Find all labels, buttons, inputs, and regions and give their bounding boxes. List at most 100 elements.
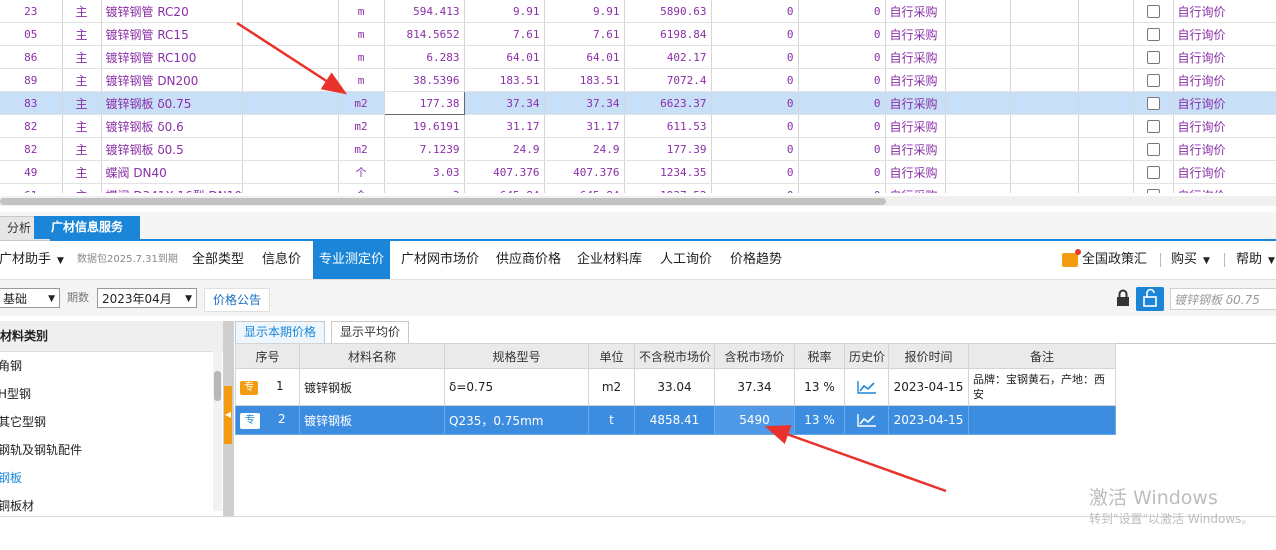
cell-qty[interactable]: 6.283 xyxy=(384,45,465,69)
cell-total[interactable]: 7072.4 xyxy=(624,68,712,92)
cell-p2[interactable]: 37.34 xyxy=(544,91,625,115)
cell-z1[interactable]: 0 xyxy=(711,114,799,138)
cell[interactable] xyxy=(1078,68,1134,92)
cell-total[interactable]: 402.17 xyxy=(624,45,712,69)
cell-unit[interactable]: m2 xyxy=(338,91,385,115)
cell-unit[interactable]: t xyxy=(588,405,635,435)
cell[interactable] xyxy=(945,160,1011,184)
cell-name[interactable]: 镀锌钢板 xyxy=(299,405,445,435)
national-policy-button[interactable]: 全国政策汇 xyxy=(1062,241,1147,279)
row-checkbox[interactable] xyxy=(1146,50,1160,64)
cell-qty[interactable]: 19.6191 xyxy=(384,114,465,138)
cell-name[interactable]: 镀锌钢板 δ0.75 xyxy=(101,91,243,115)
cell-flag[interactable]: 主 xyxy=(62,114,102,138)
cell-supply[interactable]: 自行采购 xyxy=(885,0,946,23)
assistant-dropdown[interactable]: 广材助手 ▼ xyxy=(0,241,64,279)
cell-supply[interactable]: 自行采购 xyxy=(885,160,946,184)
cell[interactable] xyxy=(945,45,1011,69)
cell[interactable] xyxy=(1010,22,1079,46)
cell[interactable] xyxy=(1133,22,1174,46)
cell[interactable] xyxy=(1078,91,1134,115)
cell-p1[interactable]: 645.84 xyxy=(464,183,545,193)
cell[interactable] xyxy=(1010,114,1079,138)
cell[interactable] xyxy=(1133,68,1174,92)
nav-item-6[interactable]: 人工询价 xyxy=(654,241,718,279)
collapse-sidebar-handle[interactable]: ◀ xyxy=(224,386,232,444)
row-checkbox[interactable] xyxy=(1146,142,1160,156)
category-item[interactable]: 钢板 xyxy=(0,464,223,492)
cell-p1[interactable]: 24.9 xyxy=(464,137,545,161)
cell-total[interactable]: 611.53 xyxy=(624,114,712,138)
cell-flag[interactable]: 主 xyxy=(62,183,102,193)
category-item[interactable]: 其它型钢 xyxy=(0,408,223,436)
cell-p1[interactable]: 407.376 xyxy=(464,160,545,184)
cell-supply[interactable]: 自行采购 xyxy=(885,22,946,46)
cell-id[interactable]: 49 xyxy=(0,160,63,184)
cell[interactable] xyxy=(242,160,339,184)
cell-unit[interactable]: m xyxy=(338,45,385,69)
cell-unit[interactable]: m xyxy=(338,0,385,23)
cell[interactable] xyxy=(945,0,1011,23)
buy-dropdown[interactable]: 购买 ▼ xyxy=(1171,241,1210,279)
nav-item-4[interactable]: 供应商价格 xyxy=(490,241,567,279)
cell[interactable] xyxy=(1010,91,1079,115)
cell[interactable] xyxy=(945,91,1011,115)
material-search-input[interactable] xyxy=(1170,288,1276,310)
cell-name[interactable]: 镀锌钢管 RC15 xyxy=(101,22,243,46)
trend-chart-icon[interactable] xyxy=(856,413,877,427)
cell-supply[interactable]: 自行采购 xyxy=(885,183,946,193)
cell-flag[interactable]: 主 xyxy=(62,137,102,161)
cell-qty[interactable]: 594.413 xyxy=(384,0,465,23)
cell[interactable] xyxy=(242,137,339,161)
cell-z2[interactable]: 0 xyxy=(798,68,886,92)
cell-qty[interactable]: 3 xyxy=(384,183,465,193)
cell[interactable] xyxy=(945,68,1011,92)
cell[interactable] xyxy=(1010,183,1079,193)
row-checkbox[interactable] xyxy=(1146,165,1160,179)
cell-quote-date[interactable]: 2023-04-15 xyxy=(888,368,969,406)
cell-p2[interactable]: 31.17 xyxy=(544,114,625,138)
cell-z1[interactable]: 0 xyxy=(711,183,799,193)
cell-inquiry[interactable]: 自行询价 xyxy=(1173,183,1276,193)
category-item[interactable]: 钢轨及钢轨配件 xyxy=(0,436,223,464)
row-checkbox[interactable] xyxy=(1146,119,1160,133)
cell-p2[interactable]: 64.01 xyxy=(544,45,625,69)
table-row[interactable]: 86 主镀锌钢管 RC100 m 6.283 64.01 64.01 402.17 0 0 自行采… xyxy=(0,45,1276,69)
cell-name[interactable]: 镀锌钢管 RC20 xyxy=(101,0,243,23)
cell-id[interactable]: 83 xyxy=(0,91,63,115)
tab-current-period-price[interactable]: 显示本期价格 xyxy=(235,321,326,343)
cell[interactable] xyxy=(1078,45,1134,69)
cell[interactable] xyxy=(242,0,339,23)
cell-flag[interactable]: 主 xyxy=(62,45,102,69)
cell-supply[interactable]: 自行采购 xyxy=(885,137,946,161)
table-row[interactable]: 82 主镀锌钢板 δ0.5 m2 7.1239 24.9 24.9 177.39 0 0 自行采购… xyxy=(0,137,1276,161)
cell-z2[interactable]: 0 xyxy=(798,114,886,138)
column-header[interactable]: 不含税市场价 xyxy=(634,343,715,369)
cell-qty[interactable]: 177.38 xyxy=(383,91,465,115)
nav-item-5[interactable]: 企业材料库 xyxy=(571,241,648,279)
cell-supply[interactable]: 自行采购 xyxy=(885,91,946,115)
column-header[interactable]: 规格型号 xyxy=(444,343,589,369)
cell-inquiry[interactable]: 自行询价 xyxy=(1173,45,1276,69)
price-notice-button[interactable]: 价格公告 xyxy=(204,288,271,312)
scrollbar-thumb[interactable] xyxy=(214,371,221,401)
cell-inc-tax-price[interactable]: 5490 xyxy=(714,405,795,435)
cell-z1[interactable]: 0 xyxy=(711,137,799,161)
cell[interactable] xyxy=(1133,183,1174,193)
tab-average-price[interactable]: 显示平均价 xyxy=(331,321,410,343)
table-row[interactable]: 49 主蝶阀 DN40 个 3.03 407.376 407.376 1234.35 0 0 自行… xyxy=(0,160,1276,184)
table-row[interactable]: 23 主镀锌钢管 RC20 m 594.413 9.91 9.91 5890.63 0 0 自行采… xyxy=(0,0,1276,23)
cell-z1[interactable]: 0 xyxy=(711,45,799,69)
cell-history[interactable] xyxy=(844,405,889,435)
cell[interactable] xyxy=(242,183,339,193)
cell-id[interactable]: 05 xyxy=(0,22,63,46)
cell[interactable] xyxy=(1078,22,1134,46)
cell-total[interactable]: 5890.63 xyxy=(624,0,712,23)
cell[interactable] xyxy=(945,137,1011,161)
cell-tax-rate[interactable]: 13 % xyxy=(794,368,845,406)
cell-id[interactable]: 82 xyxy=(0,137,63,161)
cell-supply[interactable]: 自行采购 xyxy=(885,114,946,138)
cell-spec[interactable]: δ=0.75 xyxy=(444,368,589,406)
cell-inquiry[interactable]: 自行询价 xyxy=(1173,91,1276,115)
nav-item-7[interactable]: 价格趋势 xyxy=(724,241,788,279)
